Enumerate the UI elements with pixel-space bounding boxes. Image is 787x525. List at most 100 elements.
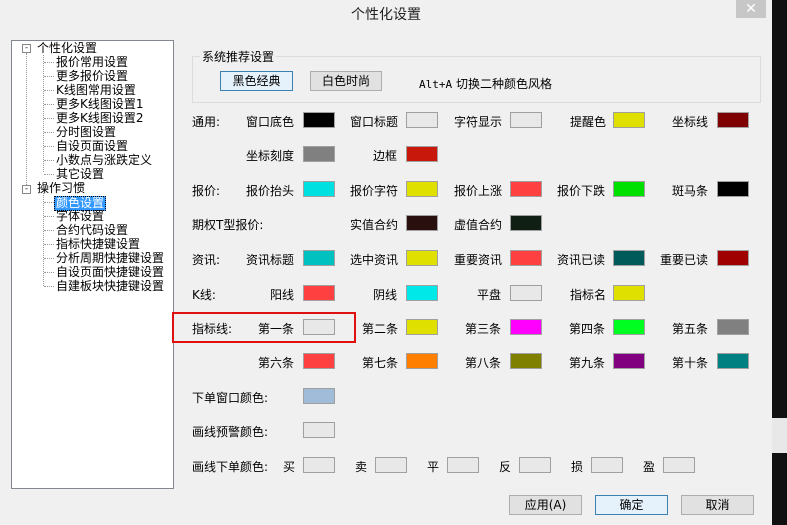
color-swatch-border[interactable]	[406, 146, 438, 162]
color-swatch-reverse[interactable]	[519, 457, 551, 473]
swatch-label: 选中资讯	[350, 253, 399, 267]
swatch-label: 窗口底色	[246, 115, 295, 129]
swatch-label: 斑马条	[672, 184, 709, 198]
swatch-label: 指标名	[570, 288, 607, 302]
color-swatch-itm[interactable]	[406, 215, 438, 231]
color-swatch-reminder[interactable]	[613, 112, 645, 128]
settings-tree[interactable]: - 个性化设置 报价常用设置 更多报价设置 K线图常用设置 更多K线图设置1 更…	[11, 40, 174, 489]
tree-branch	[44, 132, 54, 133]
color-swatch-buy[interactable]	[303, 457, 335, 473]
color-swatch-line-8[interactable]	[510, 353, 542, 369]
swatch-label: 盈	[643, 460, 656, 474]
tree-expander-1[interactable]: -	[22, 185, 31, 194]
color-swatch-news-read[interactable]	[613, 250, 645, 266]
color-swatch-window-title[interactable]	[406, 112, 438, 128]
swatch-label: 阴线	[373, 288, 398, 302]
color-swatch-axis-scale[interactable]	[303, 146, 335, 162]
color-swatch-otm[interactable]	[510, 215, 542, 231]
color-swatch-quote-char[interactable]	[406, 181, 438, 197]
color-swatch-quote-up[interactable]	[510, 181, 542, 197]
color-swatch-indicator-name[interactable]	[613, 285, 645, 301]
close-icon[interactable]: ✕	[736, 0, 766, 18]
tree-group-personal[interactable]: 个性化设置	[37, 42, 97, 55]
color-swatch-yang[interactable]	[303, 285, 335, 301]
color-swatch-stop-loss[interactable]	[591, 457, 623, 473]
tree-item[interactable]: 报价常用设置	[56, 56, 128, 69]
color-swatch-close[interactable]	[447, 457, 479, 473]
color-swatch-line-6[interactable]	[303, 353, 335, 369]
swatch-label: 买	[283, 460, 296, 474]
tree-branch	[44, 104, 54, 105]
color-swatch-line-3[interactable]	[510, 319, 542, 335]
color-swatch-zebra[interactable]	[717, 181, 749, 197]
color-swatch-char-display[interactable]	[510, 112, 542, 128]
color-swatch-line-9[interactable]	[613, 353, 645, 369]
color-swatch-yin[interactable]	[406, 285, 438, 301]
tree-branch	[44, 146, 54, 147]
swatch-label: 第六条	[258, 356, 295, 370]
color-swatch-sell[interactable]	[375, 457, 407, 473]
tree-item[interactable]: 自建板块快捷键设置	[56, 280, 164, 293]
color-swatch-line-5[interactable]	[717, 319, 749, 335]
color-swatch-important-read[interactable]	[717, 250, 749, 266]
general-row-label: 通用:	[192, 115, 221, 129]
swatch-label: 虚值合约	[454, 218, 503, 232]
tree-item[interactable]: 更多K线图设置2	[56, 112, 144, 125]
tree-expander-0[interactable]: -	[22, 44, 31, 53]
option-row-label: 期权T型报价:	[192, 218, 264, 232]
ok-button[interactable]: 确定	[595, 495, 668, 515]
tree-item[interactable]: 合约代码设置	[56, 224, 128, 237]
tree-branch	[44, 76, 54, 77]
tree-branch	[44, 286, 54, 287]
color-swatch-line-1[interactable]	[303, 319, 335, 335]
tree-item[interactable]: K线图常用设置	[56, 84, 136, 97]
tree-group-habits[interactable]: 操作习惯	[37, 182, 85, 195]
swatch-label: 字符显示	[454, 115, 503, 129]
black-classic-button[interactable]: 黑色经典	[220, 71, 293, 91]
color-swatch-line-4[interactable]	[613, 319, 645, 335]
color-swatch-news-important[interactable]	[510, 250, 542, 266]
color-swatch-news-title[interactable]	[303, 250, 335, 266]
tree-item[interactable]: 其它设置	[56, 168, 104, 181]
color-swatch-axis-line[interactable]	[717, 112, 749, 128]
tree-item[interactable]: 小数点与涨跌定义	[56, 154, 152, 167]
tree-item[interactable]: 分时图设置	[56, 126, 116, 139]
tree-item[interactable]: 分析周期快捷键设置	[56, 252, 164, 265]
tree-item[interactable]: 更多报价设置	[56, 70, 128, 83]
tree-item[interactable]: 指标快捷键设置	[56, 238, 140, 251]
apply-button[interactable]: 应用(A)	[509, 495, 582, 515]
swatch-label: 平盘	[477, 288, 502, 302]
swatch-label: 重要已读	[660, 253, 709, 267]
tree-item[interactable]: 自设页面快捷键设置	[56, 266, 164, 279]
swatch-label: 第五条	[672, 322, 709, 336]
swatch-label: 报价下跌	[557, 184, 606, 198]
color-swatch-quote-header[interactable]	[303, 181, 335, 197]
color-swatch-line-2[interactable]	[406, 319, 438, 335]
swatch-label: 第一条	[258, 322, 295, 336]
tree-item[interactable]: 自设页面设置	[56, 140, 128, 153]
color-swatch-flat[interactable]	[510, 285, 542, 301]
swatch-label: 第八条	[465, 356, 502, 370]
color-swatch-window-bg[interactable]	[303, 112, 335, 128]
tree-item[interactable]: 更多K线图设置1	[56, 98, 144, 111]
indicator-row-label: 指标线:	[192, 322, 233, 336]
color-swatch-take-profit[interactable]	[663, 457, 695, 473]
color-swatch-order-window[interactable]	[303, 388, 335, 404]
swatch-label: 坐标刻度	[246, 149, 295, 163]
kline-row-label: K线:	[192, 288, 216, 302]
color-swatch-line-10[interactable]	[717, 353, 749, 369]
color-swatch-warn-line[interactable]	[303, 422, 335, 438]
swatch-label: 第十条	[672, 356, 709, 370]
color-swatch-quote-down[interactable]	[613, 181, 645, 197]
swatch-label: 资讯已读	[557, 253, 606, 267]
style-toggle-hint: Alt+A 切换二种颜色风格	[419, 75, 552, 92]
swatch-label: 边框	[373, 149, 398, 163]
hint-text: 切换二种颜色风格	[452, 77, 552, 91]
color-swatch-line-7[interactable]	[406, 353, 438, 369]
cancel-button[interactable]: 取消	[681, 495, 754, 515]
tree-item[interactable]: 字体设置	[56, 210, 104, 223]
color-swatch-news-selected[interactable]	[406, 250, 438, 266]
swatch-label: 坐标线	[672, 115, 709, 129]
white-fashion-button[interactable]: 白色时尚	[310, 71, 382, 91]
swatch-label: 实值合约	[350, 218, 399, 232]
